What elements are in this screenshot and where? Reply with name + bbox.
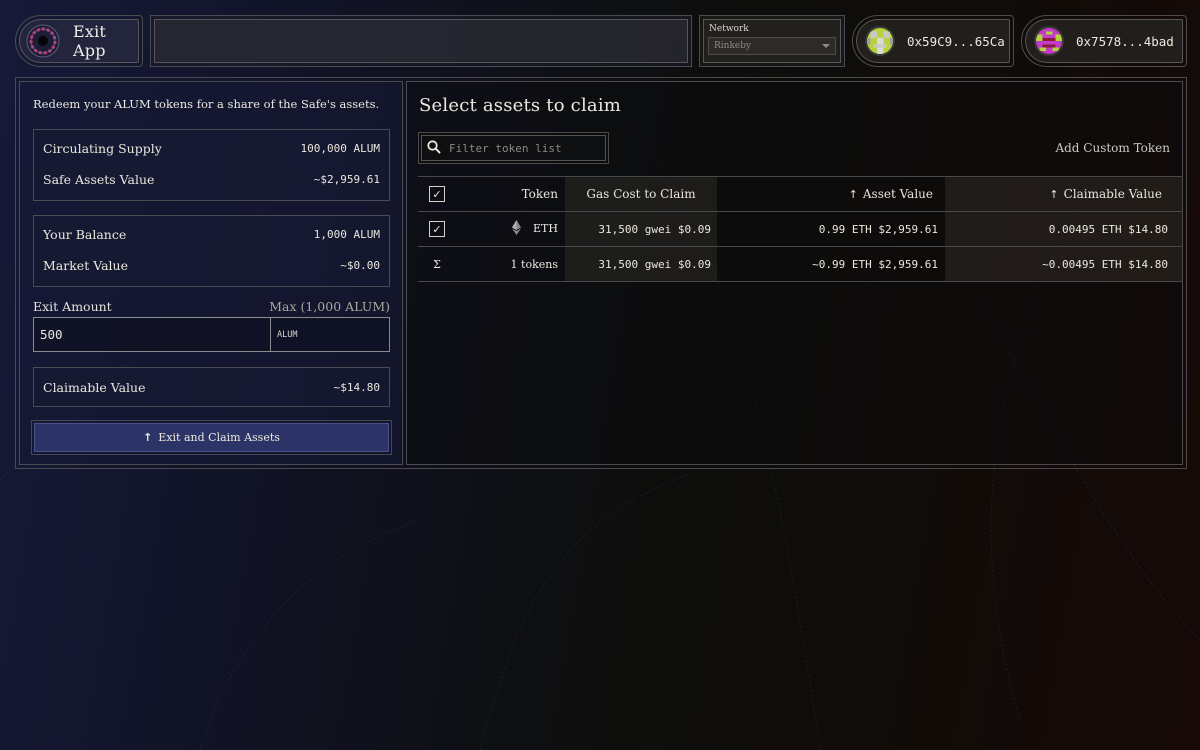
exit-amount-input[interactable] — [34, 318, 271, 351]
circulating-supply-row: Circulating Supply 100,000 ALUM — [34, 133, 389, 164]
claim-button-frame: ↑ Exit and Claim Assets — [31, 420, 392, 455]
your-balance-label: Your Balance — [43, 227, 127, 242]
exit-and-claim-label: Exit and Claim Assets — [158, 431, 280, 444]
main-frame: Redeem your ALUM tokens for a share of t… — [15, 77, 1187, 469]
sort-ascending-icon: ↑ — [1049, 188, 1059, 201]
claimable-value: ~$14.80 — [333, 380, 380, 394]
asset-selection-panel: Select assets to claim Add Custom Token … — [406, 81, 1183, 465]
sort-ascending-icon: ↑ — [848, 188, 858, 201]
row-checkbox[interactable]: ✓ — [429, 221, 445, 237]
balance-info-box: Your Balance 1,000 ALUM Market Value ~$0… — [33, 215, 390, 287]
asset-value-column-header[interactable]: ↑ Asset Value — [717, 176, 945, 212]
claimable-value-header-label: Claimable Value — [1063, 187, 1162, 201]
summary-claimable-value: ~0.00495 ETH $14.80 — [945, 246, 1182, 282]
summary-gas-cost: 31,500 gwei $0.09 — [565, 246, 717, 282]
wallet-button-1[interactable]: 0x59C9...65Ca — [852, 15, 1014, 67]
network-dropdown[interactable]: Rinkeby — [708, 37, 836, 55]
circulating-supply-value: 100,000 ALUM — [300, 142, 380, 155]
market-value-label: Market Value — [43, 258, 128, 273]
network-selected-value: Rinkeby — [714, 41, 752, 51]
max-amount-button[interactable]: Max (1,000 ALUM) — [269, 299, 390, 314]
exit-amount-field: ALUM — [33, 317, 390, 352]
safe-assets-value: ~$2,959.61 — [313, 173, 380, 186]
token-cell: ETH — [456, 211, 565, 247]
filter-token-input[interactable] — [449, 141, 599, 155]
wallet-address-1: 0x59C9...65Ca — [907, 33, 1005, 49]
select-all-cell: ✓ — [418, 176, 456, 212]
safe-assets-value-label: Safe Assets Value — [43, 172, 155, 187]
exit-panel: Redeem your ALUM tokens for a share of t… — [19, 81, 403, 465]
add-custom-token-link[interactable]: Add Custom Token — [1055, 141, 1170, 155]
summary-asset-value: ~0.99 ETH $2,959.61 — [717, 246, 945, 282]
gas-column-header[interactable]: Gas Cost to Claim — [565, 176, 717, 212]
exit-app-logo-icon — [26, 24, 60, 58]
gas-cost-cell: 31,500 gwei $0.09 — [565, 211, 717, 247]
token-column-header[interactable]: Token — [456, 176, 565, 212]
table-summary-row: Σ 1 tokens 31,500 gwei $0.09 ~0.99 ETH $… — [418, 246, 1182, 282]
select-all-checkbox[interactable]: ✓ — [429, 186, 445, 202]
network-label: Network — [709, 24, 749, 34]
market-value-row: Market Value ~$0.00 — [34, 250, 389, 281]
supply-info-box: Circulating Supply 100,000 ALUM Safe Ass… — [33, 129, 390, 201]
token-filter — [418, 132, 609, 164]
claimable-value-cell: 0.00495 ETH $14.80 — [945, 211, 1182, 247]
asset-value-header-label: Asset Value — [862, 187, 933, 201]
exit-amount-unit: ALUM — [277, 329, 298, 340]
search-icon — [427, 139, 441, 158]
safe-assets-value-row: Safe Assets Value ~$2,959.61 — [34, 164, 389, 195]
sum-icon: Σ — [418, 246, 456, 282]
exit-and-claim-button[interactable]: ↑ Exit and Claim Assets — [34, 423, 389, 452]
header-empty-bar — [150, 15, 692, 67]
token-symbol: ETH — [533, 222, 558, 235]
claimable-value-row: Claimable Value ~$14.80 — [34, 372, 389, 403]
exit-amount-header: Exit Amount Max (1,000 ALUM) — [33, 299, 390, 314]
app-title: Exit App — [73, 22, 107, 60]
table-row[interactable]: ✓ ETH 31,500 gwei $0.09 0.99 ETH $2,959.… — [418, 211, 1182, 247]
market-value: ~$0.00 — [340, 259, 380, 272]
network-selector: Network Rinkeby — [699, 15, 845, 67]
table-header-row: ✓ Token Gas Cost to Claim ↑ Asset Value ↑… — [418, 176, 1182, 212]
app-title-pill[interactable]: Exit App — [15, 15, 143, 67]
summary-token-count: 1 tokens — [456, 246, 565, 282]
header-bar: Exit App Network Rinkeby 0x59C9...65Ca 0… — [15, 15, 1187, 67]
circulating-supply-label: Circulating Supply — [43, 141, 162, 156]
wallet-avatar-icon — [1034, 26, 1064, 56]
claimable-value-box: Claimable Value ~$14.80 — [33, 367, 390, 407]
intro-text: Redeem your ALUM tokens for a share of t… — [33, 97, 380, 111]
wallet-button-2[interactable]: 0x7578...4bad — [1021, 15, 1187, 67]
claimable-value-label: Claimable Value — [43, 379, 146, 395]
your-balance-row: Your Balance 1,000 ALUM — [34, 219, 389, 250]
chevron-down-icon — [822, 44, 830, 48]
wallet-address-2: 0x7578...4bad — [1076, 33, 1174, 49]
wallet-avatar-icon — [865, 26, 895, 56]
claimable-value-column-header[interactable]: ↑ Claimable Value — [945, 176, 1182, 212]
asset-table: ✓ Token Gas Cost to Claim ↑ Asset Value ↑… — [418, 176, 1182, 282]
row-select-cell: ✓ — [418, 211, 456, 247]
arrow-up-icon: ↑ — [143, 431, 153, 444]
asset-selection-title: Select assets to claim — [419, 95, 622, 116]
asset-value-cell: 0.99 ETH $2,959.61 — [717, 211, 945, 247]
your-balance-value: 1,000 ALUM — [313, 228, 380, 241]
ethereum-icon — [512, 220, 522, 238]
exit-amount-label: Exit Amount — [33, 299, 112, 314]
